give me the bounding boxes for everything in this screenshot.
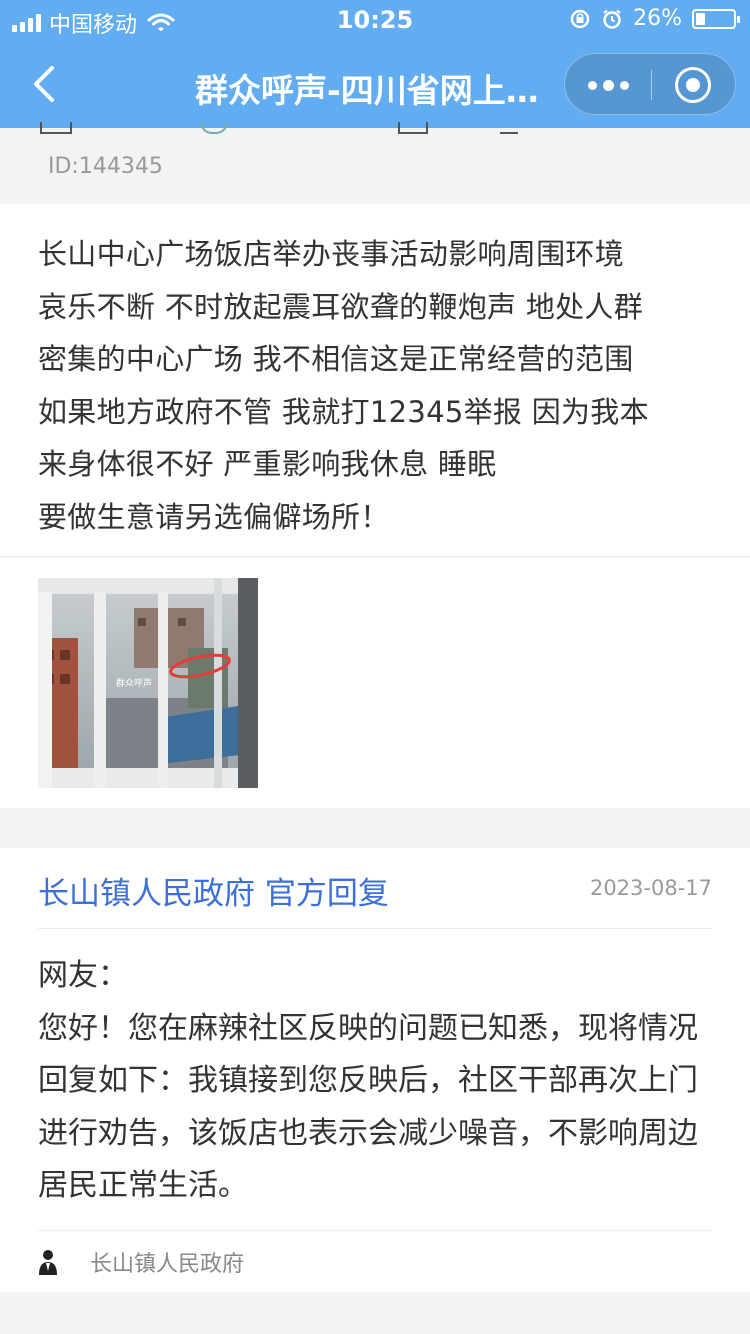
target-close-icon[interactable] <box>675 67 711 103</box>
clock-icon <box>200 122 228 134</box>
battery-fill <box>696 12 706 25</box>
divider <box>0 556 750 557</box>
complaint-text: 长山中心广场饭店举办丧事活动影响周围环境 哀乐不断 不时放起震耳欲聋的鞭炮声 地… <box>38 237 649 534</box>
mini-program-capsule <box>564 53 736 115</box>
alarm-icon <box>603 9 621 29</box>
signature-row: 长山镇人民政府 <box>38 1246 244 1278</box>
official-avatar-icon <box>39 1250 57 1275</box>
page-title: 群众呼声-四川省网上群众工作平台 <box>195 71 555 110</box>
reply-header: 长山镇人民政府 官方回复 <box>38 876 389 912</box>
complaint-photo[interactable]: 群众呼声 <box>38 578 258 788</box>
rotation-lock-icon <box>570 9 590 28</box>
reply-card: 长山镇人民政府 官方回复 2023-08-17 网友： 您好！您在麻辣社区反映的… <box>0 848 750 1292</box>
reply-greeting: 网友： <box>38 958 128 993</box>
battery-icon <box>692 8 740 29</box>
battery-percent: 26% <box>633 6 682 31</box>
signature-name: 长山镇人民政府 <box>90 1252 245 1277</box>
calendar-icon <box>398 122 428 134</box>
more-dots-icon[interactable] <box>565 54 651 116</box>
photo-watermark: 群众呼声 <box>116 677 152 689</box>
reply-body: 网友： 您好！您在麻辣社区反映的问题已知悉，现将情况回复如下：我镇接到您反映后，… <box>38 950 714 1213</box>
reply-text: 您好！您在麻辣社区反映的问题已知悉，现将情况回复如下：我镇接到您反映后，社区干部… <box>38 1010 698 1204</box>
user-icon <box>40 122 72 134</box>
status-right: 26% <box>569 6 740 31</box>
complaint-card: 长山中心广场饭店举办丧事活动影响周围环境 哀乐不断 不时放起震耳欲聋的鞭炮声 地… <box>0 204 750 808</box>
divider <box>38 928 712 929</box>
post-id: ID:144345 <box>48 154 163 179</box>
nav-bar: 群众呼声-四川省网上群众工作平台 <box>0 40 750 128</box>
status-bar: 中国移动 10:25 26% <box>0 0 750 40</box>
status-icon <box>500 122 518 134</box>
capsule-divider <box>651 70 652 100</box>
reply-date: 2023-08-17 <box>589 876 712 900</box>
divider <box>38 1230 712 1231</box>
post-meta: ID:144345 <box>0 122 750 204</box>
chevron-left-icon[interactable] <box>24 62 68 106</box>
photo-illustration: 群众呼声 <box>38 578 258 788</box>
top-bar: 中国移动 10:25 26% 群众呼声-四川省网上群 <box>0 0 750 128</box>
